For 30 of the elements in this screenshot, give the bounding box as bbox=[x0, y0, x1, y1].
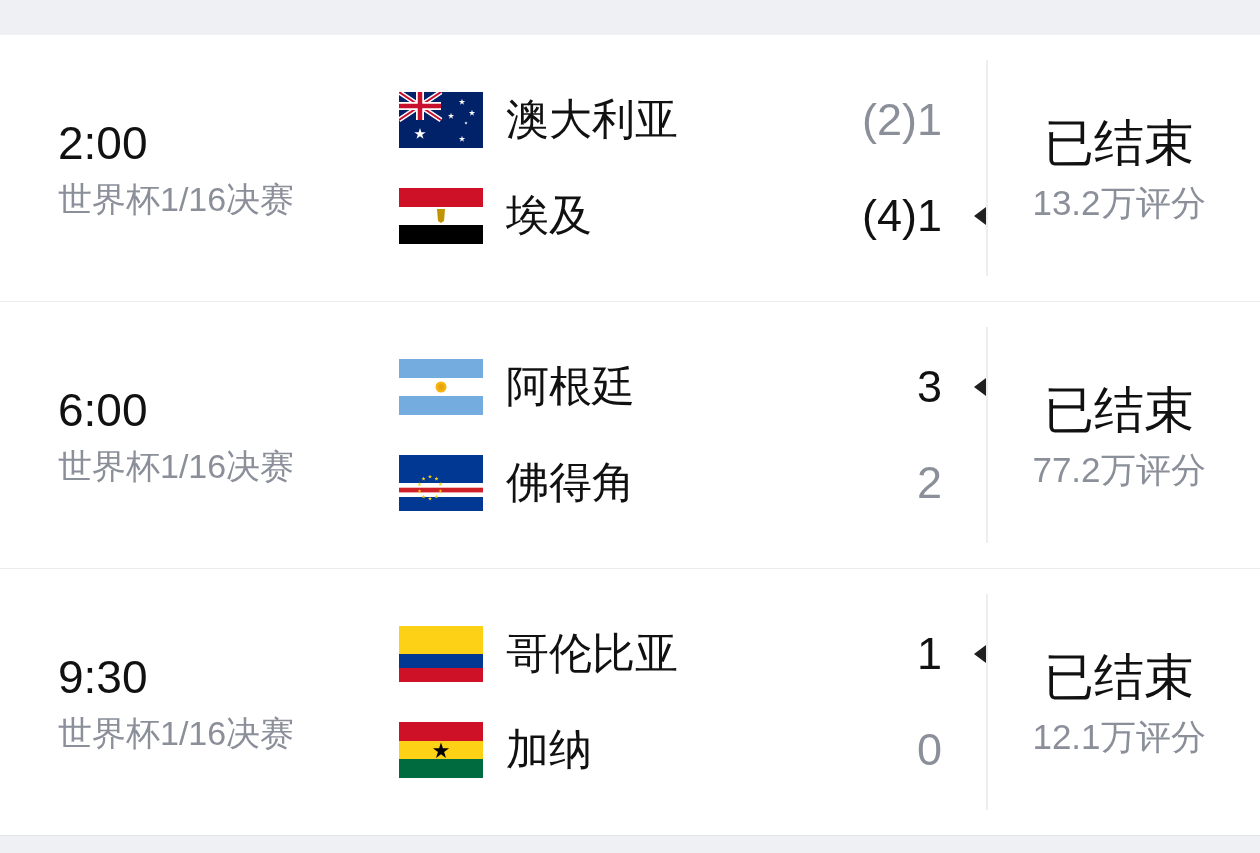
egyptian-flag-icon bbox=[399, 188, 483, 244]
match-status: 已结束 bbox=[1044, 648, 1194, 707]
team-score: (2)1 bbox=[861, 94, 942, 146]
argentine-flag-icon bbox=[399, 359, 483, 415]
team-name: 阿根廷 bbox=[506, 361, 635, 412]
team-name: 澳大利亚 bbox=[506, 94, 678, 145]
league-round: 世界杯1/16决赛 bbox=[58, 179, 295, 220]
australian-flag-icon bbox=[399, 92, 483, 148]
team-name: 埃及 bbox=[506, 190, 592, 241]
team-score: 2 bbox=[916, 457, 942, 509]
league-round: 世界杯1/16决赛 bbox=[58, 713, 295, 754]
team-score: 3 bbox=[916, 361, 942, 413]
team-name: 佛得角 bbox=[506, 457, 635, 508]
team-name: 加纳 bbox=[506, 724, 592, 775]
match-time: 2:00 bbox=[58, 116, 148, 171]
team-score: 0 bbox=[916, 724, 942, 776]
match-status: 已结束 bbox=[1044, 114, 1194, 173]
cape-verde-flag-icon bbox=[399, 455, 483, 511]
match-time: 9:30 bbox=[58, 650, 148, 705]
colombian-flag-icon bbox=[399, 626, 483, 682]
ghanaian-flag-icon bbox=[399, 722, 483, 778]
match-time: 6:00 bbox=[58, 383, 148, 438]
league-round: 世界杯1/16决赛 bbox=[58, 446, 295, 487]
rating-count: 12.1万评分 bbox=[1032, 716, 1206, 758]
team-name: 哥伦比亚 bbox=[506, 628, 678, 679]
rating-count: 77.2万评分 bbox=[1032, 449, 1206, 491]
match-status: 已结束 bbox=[1044, 381, 1194, 440]
team-score: (4)1 bbox=[861, 190, 942, 242]
team-score: 1 bbox=[916, 628, 942, 680]
rating-count: 13.2万评分 bbox=[1032, 182, 1206, 224]
